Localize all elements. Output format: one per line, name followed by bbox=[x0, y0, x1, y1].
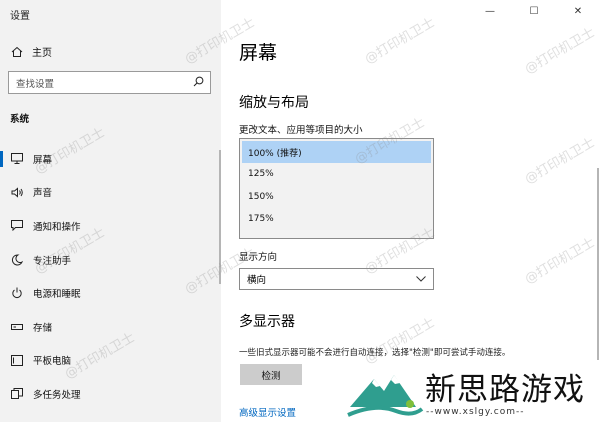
settings-sidebar: 设置 主页 查找设置 系统 屏幕 声音 通知和操作 专注助手 电源和睡眠 存储 … bbox=[0, 0, 221, 422]
watermark: @打印机卫士 bbox=[362, 15, 438, 68]
sidebar-item-label: 存储 bbox=[33, 322, 53, 334]
sidebar-nav: 屏幕 声音 通知和操作 专注助手 电源和睡眠 存储 平板电脑 多任务处理 bbox=[0, 142, 221, 411]
home-nav-item[interactable]: 主页 bbox=[10, 44, 52, 59]
scale-option[interactable]: 125% bbox=[240, 163, 433, 186]
watermark: @打印机卫士 bbox=[522, 25, 598, 78]
chevron-down-icon bbox=[416, 274, 426, 285]
notification-icon bbox=[10, 220, 24, 232]
scale-section-title: 缩放与布局 bbox=[239, 95, 309, 111]
window-controls: — ☐ ✕ bbox=[468, 2, 600, 20]
orientation-value: 横向 bbox=[247, 275, 267, 286]
speaker-icon bbox=[10, 187, 24, 198]
site-logo-name: 新思路游戏 bbox=[425, 372, 585, 408]
orientation-select[interactable]: 横向 bbox=[239, 268, 434, 290]
sidebar-item-label: 平板电脑 bbox=[33, 356, 72, 368]
moon-icon bbox=[10, 254, 24, 266]
sidebar-item-sound[interactable]: 声音 bbox=[0, 176, 221, 210]
sidebar-scrollbar[interactable] bbox=[219, 150, 221, 284]
tablet-icon bbox=[10, 354, 24, 366]
sidebar-item-focus-assist[interactable]: 专注助手 bbox=[0, 243, 221, 277]
detect-button[interactable]: 检测 bbox=[240, 364, 302, 385]
scale-option[interactable]: 150% bbox=[240, 186, 433, 209]
home-label: 主页 bbox=[32, 48, 52, 59]
watermark: @打印机卫士 bbox=[522, 235, 598, 288]
search-placeholder: 查找设置 bbox=[16, 78, 55, 90]
sidebar-item-tablet[interactable]: 平板电脑 bbox=[0, 344, 221, 378]
sidebar-item-label: 屏幕 bbox=[33, 154, 53, 166]
sidebar-item-label: 多任务处理 bbox=[33, 389, 81, 401]
search-icon[interactable] bbox=[193, 76, 204, 90]
site-logo-url: --www.xslgy.com-- bbox=[426, 407, 525, 417]
home-icon bbox=[10, 46, 24, 58]
advanced-display-link[interactable]: 高级显示设置 bbox=[239, 405, 296, 419]
section-title: 系统 bbox=[10, 114, 30, 125]
page-title: 屏幕 bbox=[239, 42, 278, 64]
scale-label: 更改文本、应用等项目的大小 bbox=[239, 125, 363, 136]
scale-option[interactable]: 175% bbox=[240, 208, 433, 231]
sidebar-item-label: 声音 bbox=[33, 188, 53, 200]
main-scrollbar[interactable] bbox=[597, 168, 599, 360]
monitor-icon bbox=[10, 153, 24, 165]
multitask-icon bbox=[10, 388, 24, 400]
sidebar-item-label: 通知和操作 bbox=[33, 221, 81, 233]
watermark: @打印机卫士 bbox=[522, 135, 598, 188]
scale-option[interactable]: 100% (推荐) bbox=[242, 141, 431, 163]
sidebar-item-multitasking[interactable]: 多任务处理 bbox=[0, 377, 221, 411]
maximize-icon[interactable]: ☐ bbox=[512, 2, 556, 20]
orientation-label: 显示方向 bbox=[239, 252, 278, 263]
storage-icon bbox=[10, 323, 24, 331]
sidebar-item-storage[interactable]: 存储 bbox=[0, 310, 221, 344]
power-icon bbox=[10, 287, 24, 299]
close-icon[interactable]: ✕ bbox=[556, 2, 600, 20]
sidebar-item-display[interactable]: 屏幕 bbox=[0, 142, 221, 176]
minimize-icon[interactable]: — bbox=[468, 2, 512, 20]
scale-dropdown[interactable]: 100% (推荐) 125% 150% 175% bbox=[239, 138, 434, 239]
multi-display-title: 多显示器 bbox=[239, 314, 295, 330]
sidebar-item-notifications[interactable]: 通知和操作 bbox=[0, 209, 221, 243]
search-input[interactable]: 查找设置 bbox=[8, 71, 211, 94]
sidebar-item-label: 电源和睡眠 bbox=[33, 289, 81, 301]
window-title: 设置 bbox=[10, 11, 30, 22]
sidebar-item-power-sleep[interactable]: 电源和睡眠 bbox=[0, 276, 221, 310]
sidebar-item-label: 专注助手 bbox=[33, 255, 72, 267]
